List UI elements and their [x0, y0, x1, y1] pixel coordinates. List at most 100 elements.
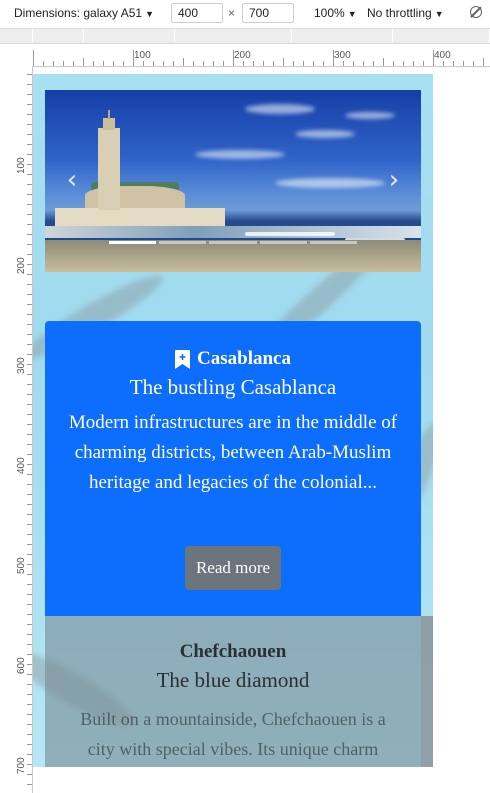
carousel-indicator[interactable]: [109, 241, 157, 244]
ruler-tick: [163, 61, 164, 66]
ruler-tick: [27, 134, 32, 135]
throttling-select[interactable]: No throttling ▼: [367, 6, 444, 20]
ruler-tick: [27, 394, 32, 395]
carousel-indicator[interactable]: [209, 241, 257, 244]
minaret: [98, 128, 120, 210]
carousel-indicator[interactable]: [259, 241, 307, 244]
ruler-label: 400: [434, 50, 451, 61]
ruler-tick: [443, 61, 444, 66]
carousel-indicator[interactable]: [159, 241, 207, 244]
media-query-segment[interactable]: [175, 29, 292, 43]
cloud-shape: [195, 150, 285, 159]
cloud-shape: [245, 104, 315, 114]
disable-rotate-icon[interactable]: [470, 6, 482, 18]
read-more-button[interactable]: Read more: [185, 546, 281, 590]
ruler-tick: [27, 534, 32, 535]
ruler-label: 300: [334, 50, 351, 61]
ruler-tick: [27, 124, 32, 125]
ruler-label: 600: [16, 657, 27, 674]
media-query-bar: [0, 29, 490, 44]
ruler-tick: [27, 94, 32, 95]
ruler-tick: [193, 61, 194, 66]
device-width-input[interactable]: [171, 3, 223, 23]
ruler-tick: [27, 614, 32, 615]
media-query-segment[interactable]: [393, 29, 490, 43]
ruler-tick: [27, 724, 32, 725]
media-query-segment[interactable]: [0, 29, 33, 43]
ruler-tick: [383, 58, 384, 66]
ruler-tick: [453, 61, 454, 66]
mosque-base: [55, 208, 225, 228]
ruler-tick: [27, 324, 32, 325]
card-text: Built on a mountainside, Chefchaouen is …: [80, 709, 386, 759]
ruler-tick: [27, 114, 32, 115]
ruler-tick: [27, 544, 32, 545]
ruler-label: 100: [16, 157, 27, 174]
ruler-tick: [27, 364, 32, 365]
wave-crest: [245, 232, 335, 236]
device-toolbar: Dimensions: galaxy A51▼ × 100%▼ No throt…: [0, 0, 490, 29]
cloud-shape: [345, 112, 395, 119]
ruler-label: 100: [134, 50, 151, 61]
ruler-tick: [27, 294, 32, 295]
device-height-input[interactable]: [242, 3, 294, 23]
ruler-tick: [27, 674, 32, 675]
ruler-tick: [27, 214, 32, 215]
ruler-tick: [27, 584, 32, 585]
minaret-lantern: [103, 118, 115, 130]
ruler-tick: [27, 334, 32, 335]
sea-surf: [45, 226, 421, 238]
ruler-tick: [253, 61, 254, 66]
ruler-tick: [263, 61, 264, 66]
overlay-shade: [421, 616, 433, 767]
image-carousel[interactable]: ‹ ›: [45, 90, 421, 272]
ruler-tick: [333, 50, 334, 66]
carousel-next-button[interactable]: ›: [387, 167, 401, 193]
ruler-tick: [27, 524, 32, 525]
chevron-down-icon: ▼: [347, 9, 357, 19]
device-dimensions-label: Dimensions: galaxy A51: [14, 6, 143, 20]
ruler-tick: [93, 61, 94, 66]
ruler-tick: [27, 644, 32, 645]
times-icon: ×: [228, 6, 236, 20]
ruler-tick: [393, 61, 394, 66]
carousel-prev-button[interactable]: ‹: [65, 167, 79, 193]
bookmark-plus-icon: [175, 349, 191, 369]
ruler-label: 200: [234, 50, 251, 61]
carousel-indicator[interactable]: [309, 241, 358, 244]
ruler-tick: [243, 61, 244, 66]
ruler-tick: [27, 284, 32, 285]
ruler-tick: [43, 61, 44, 66]
ruler-tick: [27, 204, 32, 205]
ruler-tick: [223, 61, 224, 66]
ruler-tick: [27, 234, 32, 235]
ruler-tick: [433, 50, 434, 66]
ruler-tick: [213, 61, 214, 66]
carousel-indicators: [109, 241, 358, 247]
media-query-segment[interactable]: [292, 29, 393, 43]
ruler-tick: [27, 304, 32, 305]
media-query-segment[interactable]: [33, 29, 84, 43]
ruler-tick: [27, 684, 32, 685]
browser-window: Dimensions: galaxy A51▼ × 100%▼ No throt…: [0, 0, 490, 793]
ruler-tick: [27, 594, 32, 595]
ruler-tick: [27, 384, 32, 385]
throttling-label: No throttling: [367, 6, 432, 20]
ruler-tick: [63, 61, 64, 66]
zoom-select[interactable]: 100% ▼: [314, 6, 357, 20]
ruler-tick: [27, 514, 32, 515]
ruler-tick: [27, 264, 32, 265]
ruler-tick: [203, 61, 204, 66]
media-query-segment[interactable]: [84, 29, 175, 43]
ruler-tick: [353, 61, 354, 66]
ruler-tick: [27, 184, 32, 185]
ruler-tick: [27, 694, 32, 695]
card-subtitle: The bustling Casablanca: [129, 375, 337, 399]
ruler-label: 200: [16, 257, 27, 274]
ruler-label: 300: [16, 357, 27, 374]
ruler-tick: [27, 454, 32, 455]
device-dimensions-select[interactable]: Dimensions: galaxy A51 ▼: [14, 6, 154, 20]
ruler-tick: [233, 50, 234, 66]
ruler-tick: [27, 504, 32, 505]
ruler-tick: [173, 61, 174, 66]
